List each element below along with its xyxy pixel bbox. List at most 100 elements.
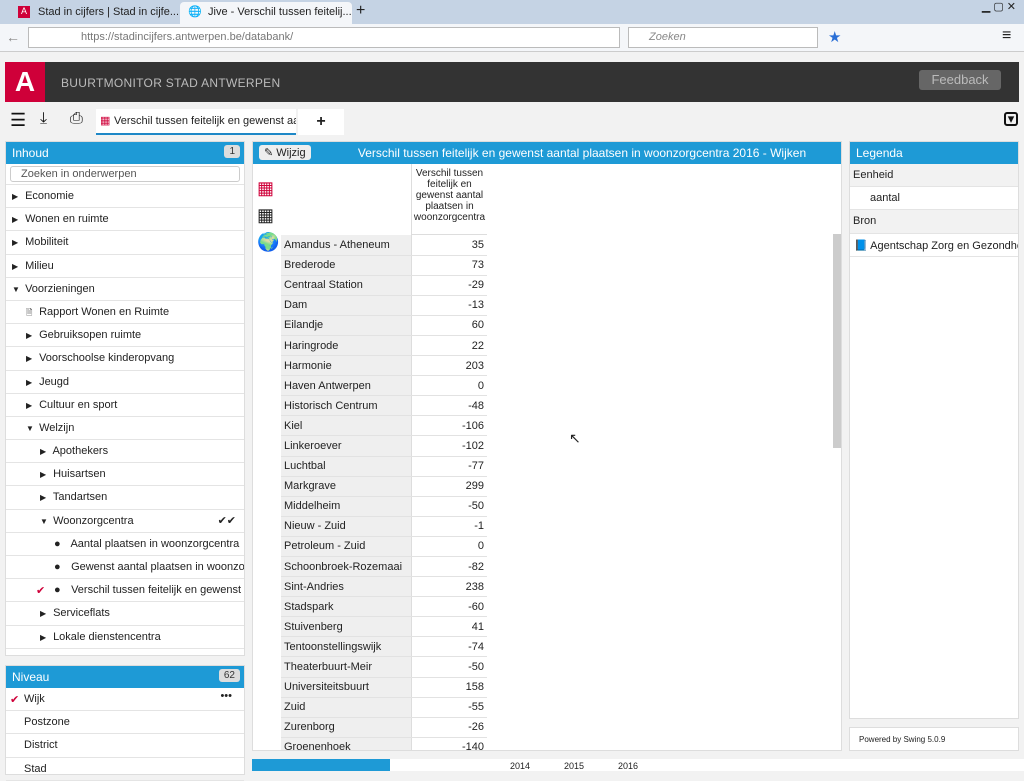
back-icon[interactable]: ← xyxy=(6,29,20,45)
table-row[interactable]: Sint-Andries 238 xyxy=(281,576,487,598)
expanded-icon: ▼ xyxy=(26,423,34,433)
table-row[interactable]: Harmonie 203 xyxy=(281,355,487,377)
bookmark-star-icon[interactable]: ★ xyxy=(828,28,841,46)
year-2015[interactable]: 2015 xyxy=(564,761,584,771)
row-name: Nieuw - Zuid xyxy=(281,516,411,537)
print-icon[interactable]: ⎙ xyxy=(70,110,83,128)
tree-item[interactable]: ▼ Welzijn xyxy=(6,417,244,441)
year-2014[interactable]: 2014 xyxy=(510,761,530,771)
tree-item[interactable]: ▼ Woonzorgcentra ✔✔ xyxy=(6,510,244,533)
tree-item[interactable]: ▶ Serviceflats xyxy=(6,602,244,626)
download-icon[interactable]: ⤓ xyxy=(40,110,47,128)
browser-tab-bar: A Stad in cijfers | Stad in cijfe... 🌐 Jiv… xyxy=(0,0,1024,24)
collapsed-icon: ▶ xyxy=(26,354,33,364)
topic-search-input[interactable]: Zoeken in onderwerpen xyxy=(10,166,240,182)
tree-item[interactable]: ▶ Lokale dienstencentra xyxy=(6,626,244,649)
collapsed-icon: ▶ xyxy=(26,331,33,341)
row-value: -60 xyxy=(410,596,487,618)
year-2016[interactable]: 2016 xyxy=(618,761,638,771)
tree-item[interactable]: ▶ Wonen en ruimte xyxy=(6,208,244,232)
table-row[interactable]: Theaterbuurt-Meir -50 xyxy=(281,656,487,678)
more-icon[interactable]: ••• xyxy=(220,690,232,702)
table-row[interactable]: Stuivenberg 41 xyxy=(281,616,487,638)
map-view-icon[interactable]: 🌍 xyxy=(257,232,279,253)
browser-tab-active[interactable]: 🌐 Jive - Verschil tussen feitelij... xyxy=(180,2,352,24)
table-row[interactable]: Petroleum - Zuid 0 xyxy=(281,536,487,558)
antwerpen-logo[interactable]: A xyxy=(5,62,45,102)
table-row[interactable]: Kiel -106 xyxy=(281,415,487,437)
feedback-button[interactable]: Feedback xyxy=(919,70,1001,90)
new-tab-button[interactable]: + xyxy=(356,2,365,20)
tree-item-label: Gewenst aantal plaatsen in woonzorgcentr… xyxy=(71,561,244,573)
collapsed-icon: ▶ xyxy=(40,609,47,619)
browser-tab[interactable]: A Stad in cijfers | Stad in cijfe... xyxy=(10,2,178,24)
collapsed-icon: ▶ xyxy=(40,470,47,480)
window-controls[interactable]: ▁ ▢ ✕ xyxy=(982,0,1016,13)
row-name: Dam xyxy=(281,295,411,316)
table-row[interactable]: Schoonbroek-Rozemaai -82 xyxy=(281,556,487,578)
tree-item[interactable]: ▶ Apothekers xyxy=(6,440,244,464)
table-row[interactable]: Zurenborg -26 xyxy=(281,717,487,738)
tree-item[interactable]: ▶ Gebruiksopen ruimte xyxy=(6,324,244,348)
url-field[interactable]: https://stadincijfers.antwerpen.be/datab… xyxy=(28,27,620,48)
tree-item[interactable]: ● Gewenst aantal plaatsen in woonzorgcen… xyxy=(6,556,244,580)
niveau-item[interactable]: Stad xyxy=(6,758,244,781)
view-tab[interactable]: ▦Verschil tussen feitelijk en gewenst aa… xyxy=(96,109,296,135)
menu-icon[interactable]: ≡ xyxy=(1002,27,1011,45)
bottom-panel-header xyxy=(252,759,390,771)
tree-item[interactable]: ▶ Milieu xyxy=(6,255,244,278)
table-row[interactable]: Zuid -55 xyxy=(281,697,487,718)
tree-item[interactable]: ▼ Voorzieningen xyxy=(6,278,244,301)
browser-search-input[interactable]: Zoeken xyxy=(628,27,818,48)
tree-item[interactable]: ▶ Economie xyxy=(6,185,244,209)
tree-item[interactable]: ▶ Huisartsen xyxy=(6,463,244,487)
table-row[interactable]: Markgrave 299 xyxy=(281,476,487,497)
grid-view-icon[interactable]: ▦ xyxy=(257,205,274,226)
table-row[interactable]: Groenenhoek -140 xyxy=(281,737,487,750)
column-header[interactable]: Verschil tussen feitelijk en gewenst aan… xyxy=(411,164,487,235)
bron-link[interactable]: 📘 Agentschap Zorg en Gezondheid, Zorgatl… xyxy=(850,234,1018,257)
niveau-item[interactable]: Postzone xyxy=(6,711,244,735)
collapsed-icon: ▶ xyxy=(12,192,19,201)
niveau-label: Postzone xyxy=(24,716,70,729)
table-row[interactable]: Haringrode 22 xyxy=(281,335,487,357)
tree-item[interactable]: ✔ ● Verschil tussen feitelijk en gewenst … xyxy=(6,579,244,603)
table-row[interactable]: Middelheim -50 xyxy=(281,496,487,517)
tree-item[interactable]: ● Aantal plaatsen in woonzorgcentra xyxy=(6,533,244,556)
table-view-icon[interactable]: ▦ xyxy=(257,178,274,199)
tree-item[interactable]: ▶ Cultuur en sport xyxy=(6,394,244,417)
table-row[interactable]: Historisch Centrum -48 xyxy=(281,395,487,417)
row-value: -1 xyxy=(410,516,487,537)
row-name: Zurenborg xyxy=(281,717,411,738)
niveau-item[interactable]: ✔ Wijk ••• xyxy=(6,688,244,712)
data-table: Amandus - Atheneum 35 Brederode 73 Centraal … xyxy=(281,235,487,750)
edit-button[interactable]: ✎ Wijzig xyxy=(259,145,311,160)
table-row[interactable]: Dam -13 xyxy=(281,295,487,316)
table-row[interactable]: Linkeroever -102 xyxy=(281,435,487,457)
tree-item[interactable]: 🗎 Rapport Wonen en Ruimte xyxy=(6,301,244,325)
mouse-cursor-icon: ↖ xyxy=(569,430,581,446)
tree-item[interactable]: ▶ Voorschoolse kinderopvang xyxy=(6,347,244,371)
table-row[interactable]: Luchtbal -77 xyxy=(281,456,487,477)
tree-item-label: Milieu xyxy=(25,259,54,272)
table-row[interactable]: Amandus - Atheneum 35 xyxy=(281,235,487,256)
table-row[interactable]: Stadspark -60 xyxy=(281,596,487,618)
table-row[interactable]: Haven Antwerpen 0 xyxy=(281,375,487,397)
table-row[interactable]: Eilandje 60 xyxy=(281,315,487,336)
table-row[interactable]: Universiteitsbuurt 158 xyxy=(281,677,487,698)
tree-item[interactable]: ▶ Jeugd xyxy=(6,371,244,394)
table-row[interactable]: Brederode 73 xyxy=(281,255,487,276)
tree-item-label: Verschil tussen feitelijk en gewenst aan… xyxy=(71,584,244,597)
table-row[interactable]: Nieuw - Zuid -1 xyxy=(281,516,487,537)
collapsed-icon: ▶ xyxy=(12,215,19,225)
table-row[interactable]: Centraal Station -29 xyxy=(281,275,487,296)
legend-header: Legenda xyxy=(850,142,1018,164)
niveau-item[interactable]: District xyxy=(6,734,244,758)
tree-item[interactable]: ▶ Tandartsen xyxy=(6,486,244,510)
add-tab-button[interactable]: + xyxy=(298,109,344,135)
scrollbar[interactable] xyxy=(833,234,841,448)
table-row[interactable]: Tentoonstellingswijk -74 xyxy=(281,636,487,658)
tree-item[interactable]: ▶ Mobiliteit xyxy=(6,231,244,255)
dropdown-icon[interactable]: ▾ xyxy=(1004,112,1018,126)
hamburger-icon[interactable]: ☰ xyxy=(10,110,26,131)
